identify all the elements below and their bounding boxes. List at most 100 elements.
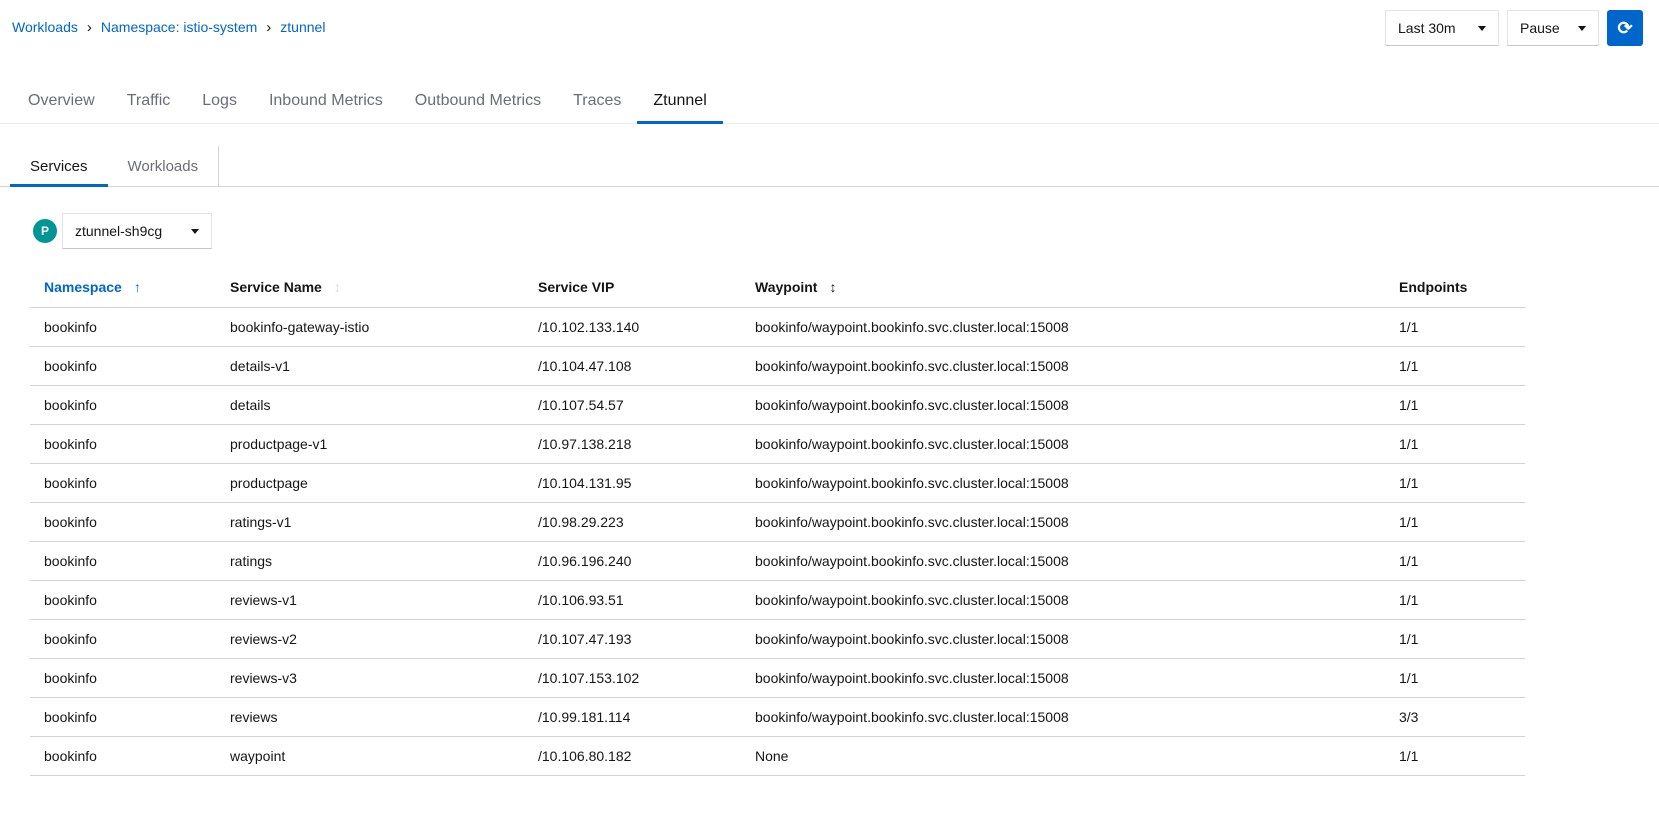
cell-namespace: bookinfo [30,698,230,737]
breadcrumb-separator: › [87,20,92,35]
column-label: Namespace [44,279,122,295]
cell-service-name: productpage [230,464,538,503]
table-row: bookinforeviews-v2/10.107.47.193bookinfo… [30,620,1525,659]
cell-namespace: bookinfo [30,737,230,776]
table-row: bookinforeviews-v1/10.106.93.51bookinfo/… [30,581,1525,620]
cell-namespace: bookinfo [30,503,230,542]
cell-service-vip: /10.107.47.193 [538,620,755,659]
tab-overview[interactable]: Overview [12,82,111,123]
table-header-row: Namespace↑Service Name ↕ Service VIPWaypoi… [30,267,1525,308]
cell-endpoints: 1/1 [1399,659,1525,698]
cell-waypoint: bookinfo/waypoint.bookinfo.svc.cluster.l… [755,464,1399,503]
chevron-down-icon [191,229,199,234]
tab-traces[interactable]: Traces [557,82,637,123]
cell-endpoints: 1/1 [1399,581,1525,620]
page: Workloads › Namespace: istio-system › ztunne… [0,0,1659,776]
table-row: bookinforeviews/10.99.181.114bookinfo/wa… [30,698,1525,737]
cell-service-vip: /10.107.153.102 [538,659,755,698]
pod-dropdown-value: ztunnel-sh9cg [75,223,162,239]
cell-service-vip: /10.98.29.223 [538,503,755,542]
cell-endpoints: 1/1 [1399,620,1525,659]
cell-service-name: reviews-v1 [230,581,538,620]
cell-waypoint: bookinfo/waypoint.bookinfo.svc.cluster.l… [755,425,1399,464]
cell-service-vip: /10.107.54.57 [538,386,755,425]
sync-icon: ⟳ [1617,18,1632,39]
tab-traffic[interactable]: Traffic [111,82,187,123]
cell-namespace: bookinfo [30,581,230,620]
cell-endpoints: 1/1 [1399,386,1525,425]
cell-endpoints: 1/1 [1399,425,1525,464]
cell-waypoint: bookinfo/waypoint.bookinfo.svc.cluster.l… [755,698,1399,737]
cell-service-name: details [230,386,538,425]
chevron-down-icon [1578,26,1586,31]
breadcrumb-separator: › [266,20,271,35]
cell-service-name: details-v1 [230,347,538,386]
cell-endpoints: 1/1 [1399,737,1525,776]
cell-namespace: bookinfo [30,347,230,386]
cell-endpoints: 1/1 [1399,503,1525,542]
column-header-service-vip: Service VIP [538,267,755,308]
table-body: bookinfobookinfo-gateway-istio/10.102.13… [30,308,1525,776]
duration-value: Last 30m [1398,20,1456,36]
cell-namespace: bookinfo [30,659,230,698]
cell-service-name: reviews-v3 [230,659,538,698]
cell-waypoint: bookinfo/waypoint.bookinfo.svc.cluster.l… [755,581,1399,620]
cell-namespace: bookinfo [30,386,230,425]
tab-inbound-metrics[interactable]: Inbound Metrics [253,82,399,123]
cell-service-vip: /10.97.138.218 [538,425,755,464]
breadcrumb-item-ztunnel[interactable]: ztunnel [280,19,325,35]
table-row: bookinfobookinfo-gateway-istio/10.102.13… [30,308,1525,347]
cell-namespace: bookinfo [30,620,230,659]
tab-outbound-metrics[interactable]: Outbound Metrics [399,82,557,123]
cell-waypoint: bookinfo/waypoint.bookinfo.svc.cluster.l… [755,347,1399,386]
cell-waypoint: bookinfo/waypoint.bookinfo.svc.cluster.l… [755,620,1399,659]
breadcrumb-item-namespace-istio-system[interactable]: Namespace: istio-system [101,19,257,35]
cell-endpoints: 1/1 [1399,464,1525,503]
refresh-interval-value: Pause [1520,20,1560,36]
cell-service-vip: /10.106.93.51 [538,581,755,620]
subtab-workloads[interactable]: Workloads [108,146,219,186]
column-label: Endpoints [1399,279,1467,295]
cell-service-vip: /10.104.131.95 [538,464,755,503]
services-table: Namespace↑Service Name ↕ Service VIPWaypoi… [30,267,1525,776]
duration-dropdown[interactable]: Last 30m [1385,10,1499,46]
cell-service-name: waypoint [230,737,538,776]
subtab-services[interactable]: Services [10,146,108,186]
refresh-interval-dropdown[interactable]: Pause [1507,10,1599,46]
column-header-namespace[interactable]: Namespace↑ [30,267,230,308]
tab-bar: OverviewTrafficLogsInbound MetricsOutbou… [0,82,1659,124]
subtab-group: ServicesWorkloads [10,146,219,186]
table-row: bookinforatings/10.96.196.240bookinfo/wa… [30,542,1525,581]
refresh-button[interactable]: ⟳ [1607,10,1643,46]
table-row: bookinfowaypoint/10.106.80.182None1/1 [30,737,1525,776]
tab-ztunnel[interactable]: Ztunnel [637,82,722,123]
table-row: bookinfodetails/10.107.54.57bookinfo/way… [30,386,1525,425]
cell-namespace: bookinfo [30,308,230,347]
breadcrumb-item-workloads[interactable]: Workloads [12,19,78,35]
cell-service-vip: /10.104.47.108 [538,347,755,386]
cell-service-vip: /10.99.181.114 [538,698,755,737]
cell-service-vip: /10.106.80.182 [538,737,755,776]
cell-waypoint: None [755,737,1399,776]
column-header-waypoint[interactable]: Waypoint↕ [755,267,1399,308]
column-label: Service Name [230,279,322,295]
breadcrumb: Workloads › Namespace: istio-system › ztunne… [12,10,325,35]
sort-icon: ↕ [829,279,836,295]
chevron-down-icon [1478,26,1486,31]
cell-waypoint: bookinfo/waypoint.bookinfo.svc.cluster.l… [755,659,1399,698]
cell-namespace: bookinfo [30,464,230,503]
column-header-service-name[interactable]: Service Name ↕ [230,267,538,308]
cell-waypoint: bookinfo/waypoint.bookinfo.svc.cluster.l… [755,503,1399,542]
tab-logs[interactable]: Logs [186,82,253,123]
subtab-bar: ServicesWorkloads [0,146,1659,187]
sort-icon: ↕ [334,279,341,295]
cell-service-name: ratings-v1 [230,503,538,542]
cell-namespace: bookinfo [30,425,230,464]
cell-endpoints: 3/3 [1399,698,1525,737]
cell-endpoints: 1/1 [1399,347,1525,386]
table-row: bookinforeviews-v3/10.107.153.102bookinf… [30,659,1525,698]
pod-selector: P ztunnel-sh9cg [33,213,1659,249]
table-row: bookinfodetails-v1/10.104.47.108bookinfo… [30,347,1525,386]
pod-dropdown[interactable]: ztunnel-sh9cg [62,213,212,249]
cell-service-name: bookinfo-gateway-istio [230,308,538,347]
